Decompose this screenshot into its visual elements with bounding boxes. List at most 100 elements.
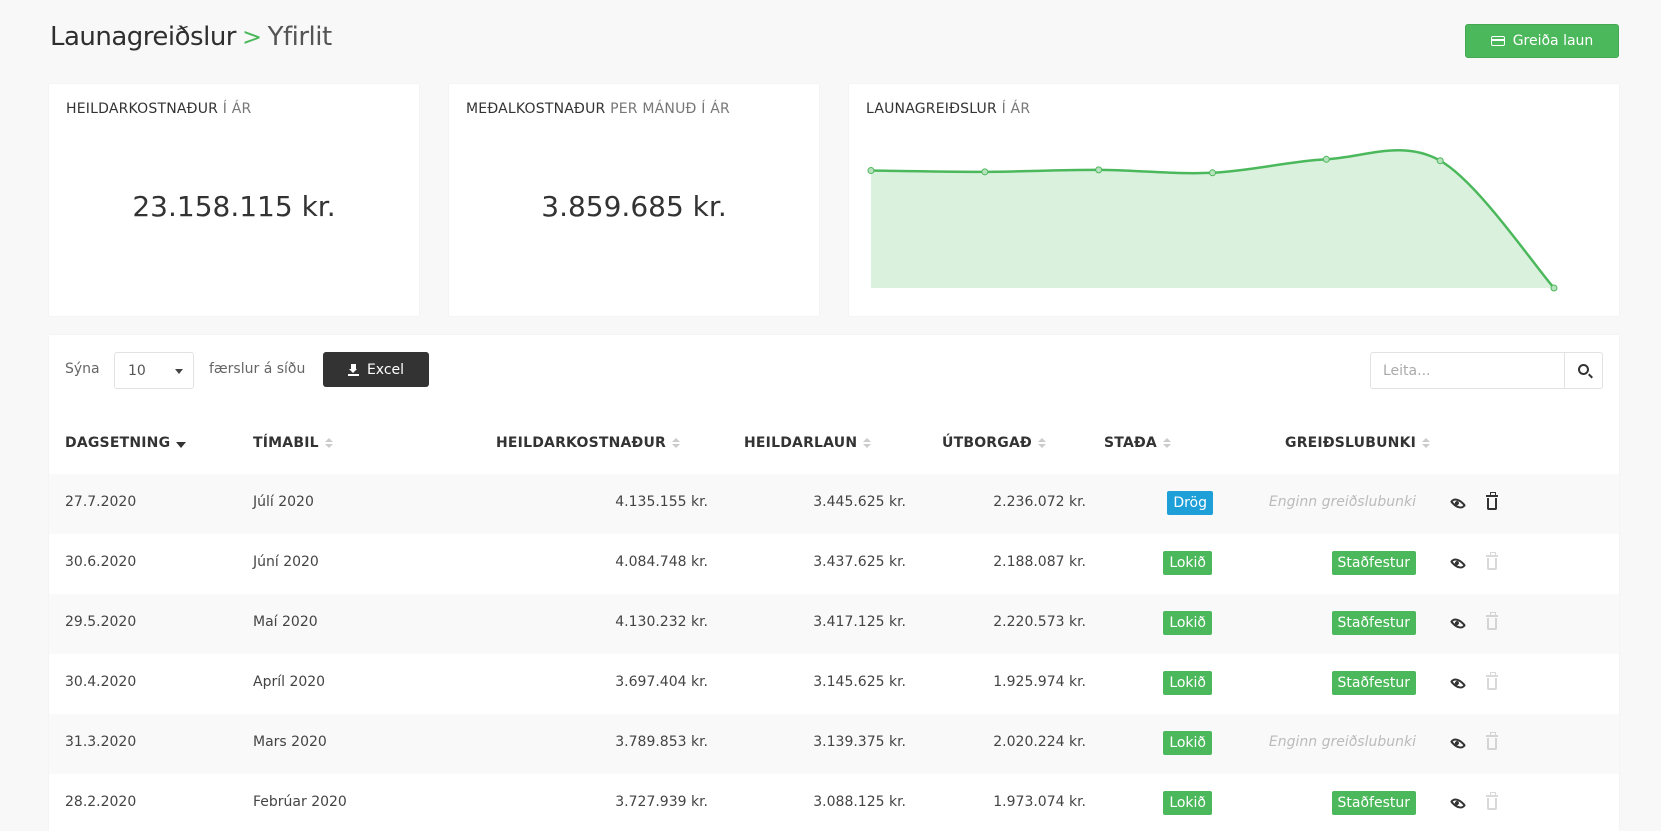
average-cost-title: MEÐALKOSTNAÐUR PER MÁNUÐ Í ÁR [466, 101, 730, 117]
table-row: 29.5.2020 Maí 2020 4.130.232 kr. 3.417.125 … [49, 594, 1619, 654]
table-row: 27.7.2020 Júlí 2020 4.135.155 kr. 3.445.625… [49, 474, 1619, 534]
row-period: Febrúar 2020 [253, 794, 347, 810]
view-eye-icon[interactable] [1449, 555, 1467, 572]
column-header-date-label: DAGSETNING [65, 435, 171, 451]
search-button[interactable] [1564, 352, 1603, 389]
average-cost-value: 3.859.685 kr. [541, 190, 727, 223]
row-paid: 2.220.573 kr. [993, 614, 1086, 630]
average-cost-card: MEÐALKOSTNAÐUR PER MÁNUÐ Í ÁR 3.859.685 … [449, 84, 819, 316]
page-title: Launagreiðslur [50, 22, 237, 52]
search-icon [1578, 364, 1589, 375]
status-badge: Lokið [1163, 551, 1212, 575]
delete-trash-icon [1486, 552, 1498, 570]
wages-area-chart [867, 149, 1558, 292]
pay-wages-button[interactable]: Greiða laun [1465, 24, 1619, 58]
total-cost-title-bold: HEILDARKOSTNAÐUR [66, 101, 219, 117]
view-eye-icon[interactable] [1449, 495, 1467, 512]
page-size-value: 10 [128, 363, 146, 379]
row-period: Apríl 2020 [253, 674, 326, 690]
row-date: 30.4.2020 [65, 674, 137, 690]
chart-point [981, 168, 989, 176]
column-header-total-wages[interactable]: HEILDARLAUN [744, 435, 872, 451]
show-label: Sýna [65, 361, 100, 377]
breadcrumb: Launagreiðslur > Yfirlit [50, 22, 332, 52]
row-total-wages: 3.445.625 kr. [813, 494, 906, 510]
column-header-bundle-label: GREIÐSLUBUNKI [1285, 435, 1417, 451]
row-date: 31.3.2020 [65, 734, 137, 750]
table-row: 30.6.2020 Júní 2020 4.084.748 kr. 3.437.625… [49, 534, 1619, 594]
row-total-wages: 3.088.125 kr. [813, 794, 906, 810]
excel-export-button[interactable]: Excel [323, 352, 429, 387]
row-date: 27.7.2020 [65, 494, 137, 510]
total-cost-card: HEILDARKOSTNAÐUR Í ÁR 23.158.115 kr. [49, 84, 419, 316]
sort-icon [863, 438, 872, 448]
wages-chart-card: LAUNAGREIÐSLUR Í ÁR [849, 84, 1619, 316]
column-header-status-label: STAÐA [1104, 435, 1157, 451]
total-cost-title: HEILDARKOSTNAÐUR Í ÁR [66, 101, 251, 117]
table-row: 31.3.2020 Mars 2020 3.789.853 kr. 3.139.375… [49, 714, 1619, 774]
row-total-cost: 3.697.404 kr. [615, 674, 708, 690]
breadcrumb-separator: > [242, 23, 262, 51]
sort-icon [672, 438, 681, 448]
average-cost-title-light: PER MÁNUÐ Í ÁR [610, 101, 730, 117]
view-eye-icon[interactable] [1449, 615, 1467, 632]
view-eye-icon[interactable] [1449, 675, 1467, 692]
sort-icon [1162, 438, 1171, 448]
row-date: 28.2.2020 [65, 794, 137, 810]
chart-point [867, 167, 875, 175]
page-header: Launagreiðslur > Yfirlit Greiða laun [50, 20, 1619, 62]
chart-point [1322, 155, 1330, 163]
column-header-total-wages-label: HEILDARLAUN [744, 435, 858, 451]
view-eye-icon[interactable] [1449, 795, 1467, 812]
delete-trash-icon [1486, 732, 1498, 750]
row-total-cost: 4.084.748 kr. [615, 554, 708, 570]
bundle-badge: Staðfestur [1331, 671, 1416, 695]
page-size-select[interactable]: 10 [114, 352, 194, 389]
search-input[interactable] [1370, 352, 1565, 389]
row-total-cost: 4.130.232 kr. [615, 614, 708, 630]
caret-down-icon [175, 369, 183, 374]
bundle-badge: Staðfestur [1331, 791, 1416, 815]
row-date: 30.6.2020 [65, 554, 137, 570]
row-date: 29.5.2020 [65, 614, 137, 630]
column-header-period[interactable]: TÍMABIL [253, 435, 333, 451]
pay-wages-label: Greiða laun [1512, 33, 1594, 49]
row-paid: 2.020.224 kr. [993, 734, 1086, 750]
delete-trash-icon[interactable] [1486, 492, 1498, 510]
row-total-cost: 4.135.155 kr. [615, 494, 708, 510]
row-paid: 2.236.072 kr. [993, 494, 1086, 510]
row-total-wages: 3.139.375 kr. [813, 734, 906, 750]
download-icon [347, 363, 359, 376]
column-header-total-cost-label: HEILDARKOSTNAÐUR [496, 435, 667, 451]
chart-point [1209, 169, 1216, 177]
row-total-wages: 3.417.125 kr. [813, 614, 906, 630]
column-header-date[interactable]: DAGSETNING [65, 435, 187, 451]
column-header-bundle[interactable]: GREIÐSLUBUNKI [1285, 435, 1431, 451]
delete-trash-icon [1486, 792, 1498, 810]
column-header-paid-label: ÚTBORGAÐ [942, 435, 1032, 451]
total-cost-value: 23.158.115 kr. [132, 190, 336, 223]
column-header-status[interactable]: STAÐA [1104, 435, 1171, 451]
column-header-paid[interactable]: ÚTBORGAÐ [942, 435, 1046, 451]
status-badge: Lokið [1163, 611, 1212, 635]
total-cost-title-light: Í ÁR [222, 101, 252, 117]
delete-trash-icon [1486, 672, 1498, 690]
chart-point [1436, 157, 1444, 165]
column-header-total-cost[interactable]: HEILDARKOSTNAÐUR [496, 435, 681, 451]
status-badge: Lokið [1163, 671, 1212, 695]
sort-desc-icon [176, 441, 187, 448]
row-total-wages: 3.437.625 kr. [813, 554, 906, 570]
table-row: 30.4.2020 Apríl 2020 3.697.404 kr. 3.145.62… [49, 654, 1619, 714]
row-total-cost: 3.789.853 kr. [615, 734, 708, 750]
row-paid: 1.925.974 kr. [993, 674, 1086, 690]
view-eye-icon[interactable] [1449, 735, 1467, 752]
chart-point [1095, 166, 1103, 174]
bundle-badge: Staðfestur [1331, 611, 1416, 635]
row-period: Júlí 2020 [253, 494, 314, 510]
row-total-cost: 3.727.939 kr. [615, 794, 708, 810]
sort-icon [1037, 438, 1046, 448]
column-header-period-label: TÍMABIL [253, 435, 319, 451]
row-paid: 1.973.074 kr. [993, 794, 1086, 810]
page-subtitle: Yfirlit [267, 22, 333, 52]
sort-icon [324, 438, 333, 448]
